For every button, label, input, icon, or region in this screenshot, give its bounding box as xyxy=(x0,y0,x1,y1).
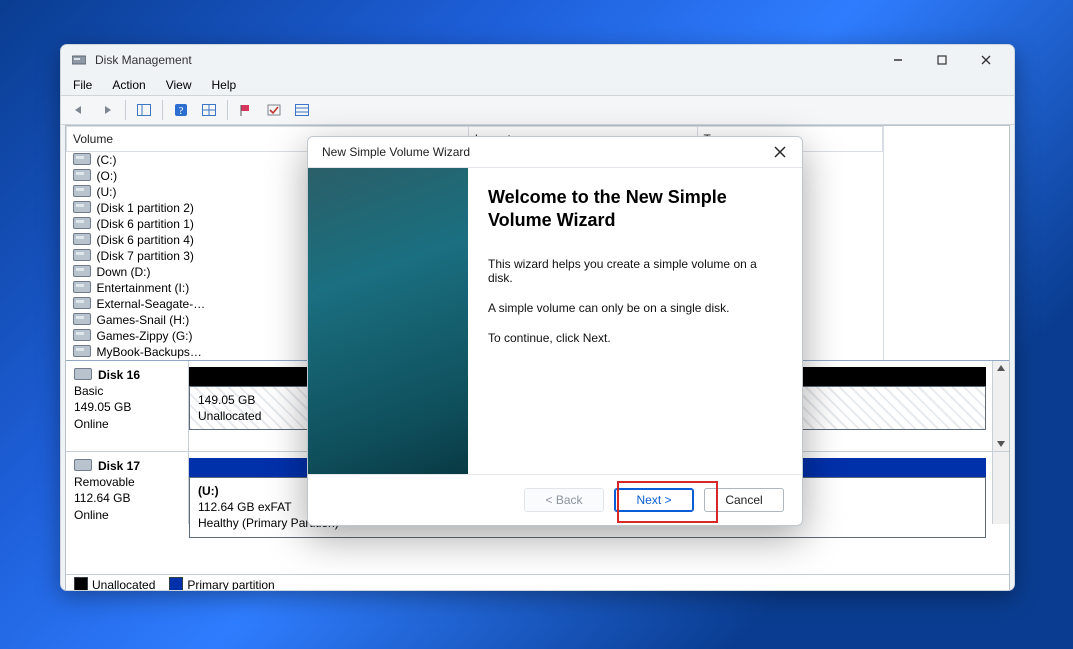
wizard-line3: To continue, click Next. xyxy=(488,331,778,345)
volume-icon xyxy=(73,313,91,325)
legend-swatch-unallocated xyxy=(74,577,88,591)
toolbar-pane-button[interactable] xyxy=(132,98,156,122)
wizard-line2: A simple volume can only be on a single … xyxy=(488,301,778,315)
toolbar: ? xyxy=(61,95,1014,125)
svg-text:?: ? xyxy=(179,105,184,117)
volume-icon xyxy=(73,233,91,245)
volume-icon xyxy=(73,153,91,165)
disk-scrollbar-right[interactable] xyxy=(992,452,1009,524)
wizard-title: New Simple Volume Wizard xyxy=(322,145,766,159)
volume-icon xyxy=(73,281,91,293)
back-button: < Back xyxy=(524,488,604,512)
legend-primary: Primary partition xyxy=(187,578,274,592)
wizard-close-button[interactable] xyxy=(766,138,794,166)
menu-view[interactable]: View xyxy=(164,76,194,94)
volume-icon xyxy=(73,201,91,213)
wizard-heading: Welcome to the New Simple Volume Wizard xyxy=(488,186,778,233)
help-button[interactable]: ? xyxy=(169,98,193,122)
disk-header-16: Disk 16 Basic 149.05 GB Online xyxy=(66,361,189,451)
volume-icon xyxy=(73,297,91,309)
wizard-titlebar[interactable]: New Simple Volume Wizard xyxy=(308,137,802,167)
volume-icon xyxy=(73,265,91,277)
volume-icon xyxy=(73,345,91,357)
wizard-side-graphic xyxy=(308,168,468,474)
volume-icon xyxy=(73,249,91,261)
wizard-button-row: < Back Next > Cancel xyxy=(308,474,802,525)
toolbar-grid-button[interactable] xyxy=(197,98,221,122)
titlebar[interactable]: Disk Management xyxy=(61,45,1014,75)
forward-button[interactable] xyxy=(95,98,119,122)
disk-scrollbar[interactable] xyxy=(992,361,1009,451)
legend: Unallocated Primary partition xyxy=(66,574,1009,591)
empty-right-pane xyxy=(883,126,1009,360)
toolbar-flag-button[interactable] xyxy=(234,98,258,122)
minimize-button[interactable] xyxy=(876,45,920,75)
back-button[interactable] xyxy=(67,98,91,122)
menu-action[interactable]: Action xyxy=(110,76,147,94)
scroll-down-icon[interactable] xyxy=(993,437,1009,451)
maximize-button[interactable] xyxy=(920,45,964,75)
desktop: Disk Management File Action View Help ? xyxy=(0,0,1073,649)
toolbar-list-button[interactable] xyxy=(290,98,314,122)
app-icon xyxy=(71,52,87,68)
menu-file[interactable]: File xyxy=(71,76,94,94)
toolbar-check-button[interactable] xyxy=(262,98,286,122)
volume-icon xyxy=(73,185,91,197)
volume-icon xyxy=(73,169,91,181)
volume-icon xyxy=(73,217,91,229)
wizard-line1: This wizard helps you create a simple vo… xyxy=(488,257,778,285)
next-button[interactable]: Next > xyxy=(614,488,694,512)
legend-unallocated: Unallocated xyxy=(92,578,155,592)
volume-icon xyxy=(73,329,91,341)
menu-help[interactable]: Help xyxy=(210,76,239,94)
wizard-main: Welcome to the New Simple Volume Wizard … xyxy=(468,168,802,474)
close-button[interactable] xyxy=(964,45,1008,75)
disk-header-17: Disk 17 Removable 112.64 GB Online xyxy=(66,452,189,524)
legend-swatch-primary xyxy=(169,577,183,591)
menubar: File Action View Help xyxy=(61,75,1014,95)
scroll-up-icon[interactable] xyxy=(993,361,1009,375)
new-simple-volume-wizard: New Simple Volume Wizard Welcome to the … xyxy=(307,136,803,526)
window-title: Disk Management xyxy=(95,53,876,67)
cancel-button[interactable]: Cancel xyxy=(704,488,784,512)
